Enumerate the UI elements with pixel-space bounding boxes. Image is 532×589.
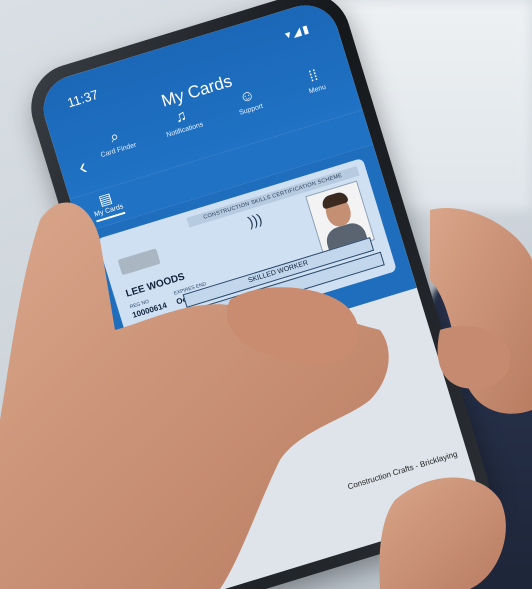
hand [0,202,532,589]
photo-scene: 11:37 ▾◢▮ My Cards ‹ ⌕ Card Finder ♫ Not… [0,0,532,589]
